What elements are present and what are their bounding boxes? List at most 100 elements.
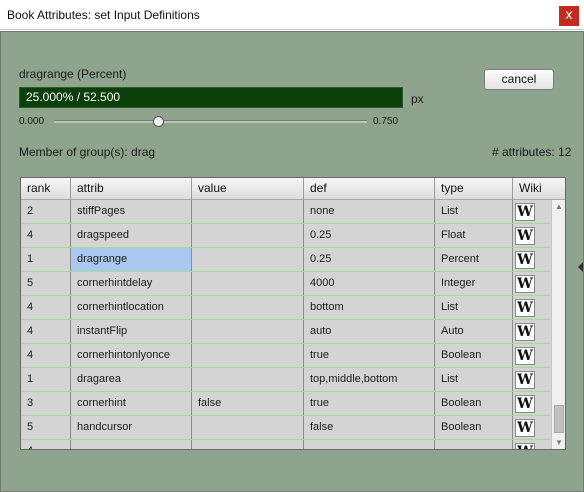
table-row[interactable]: 4 dragspeed 0.25 Float W [21, 224, 551, 248]
wikipedia-icon[interactable]: W [515, 443, 535, 449]
cell-wiki: W [513, 272, 551, 295]
cell-value[interactable] [192, 344, 304, 367]
column-header-type[interactable]: type [435, 178, 513, 200]
value-slider-track[interactable] [54, 120, 367, 123]
cell-rank: 1 [21, 248, 71, 271]
scroll-down-arrow-icon[interactable]: ▼ [552, 436, 565, 449]
wikipedia-icon[interactable]: W [515, 251, 535, 269]
column-header-def[interactable]: def [304, 178, 435, 200]
cell-def: false [304, 416, 435, 439]
cell-rank: 4 [21, 440, 71, 449]
parameter-title: dragrange (Percent) [19, 67, 127, 81]
parameter-value-field[interactable]: 25.000% / 52.500 [19, 87, 403, 108]
table-row[interactable]: 2 stiffPages none List W [21, 200, 551, 224]
close-button[interactable]: x [559, 6, 579, 26]
wikipedia-icon[interactable]: W [515, 275, 535, 293]
column-header-value[interactable]: value [192, 178, 304, 200]
wikipedia-icon[interactable]: W [515, 203, 535, 221]
cell-type: List [435, 296, 513, 319]
cell-rank: 2 [21, 200, 71, 223]
cell-value[interactable] [192, 200, 304, 223]
cell-value[interactable] [192, 368, 304, 391]
vertical-scrollbar[interactable]: ▲ ▼ [551, 200, 565, 449]
table-row[interactable]: 5 cornerhintdelay 4000 Integer W [21, 272, 551, 296]
group-membership-label: Member of group(s): drag [19, 145, 156, 159]
cell-attrib: cornerhintonlyonce [71, 344, 192, 367]
cell-def: 0.25 [304, 248, 435, 271]
column-header-rank[interactable]: rank [21, 178, 71, 200]
cell-attrib: dragarea [71, 368, 192, 391]
table-row[interactable]: 4 cornerhintlocation bottom List W [21, 296, 551, 320]
cell-value[interactable] [192, 224, 304, 247]
cell-rank: 4 [21, 224, 71, 247]
cell-type: List [435, 368, 513, 391]
wikipedia-icon[interactable]: W [515, 395, 535, 413]
wikipedia-icon[interactable]: W [515, 347, 535, 365]
cell-attrib: cornerhintlocation [71, 296, 192, 319]
wikipedia-icon[interactable]: W [515, 371, 535, 389]
cell-def: auto [304, 320, 435, 343]
value-slider-thumb[interactable] [153, 116, 164, 127]
cell-value[interactable] [192, 320, 304, 343]
cell-attrib: dragspeed [71, 224, 192, 247]
attribute-count-label: # attributes: 12 [492, 145, 572, 159]
cell-wiki: W [513, 224, 551, 247]
table-row[interactable]: 4W [21, 440, 551, 449]
cancel-button[interactable]: cancel [484, 69, 554, 90]
cell-def: 0.25 [304, 224, 435, 247]
cell-attrib: cornerhint [71, 392, 192, 415]
cell-wiki: W [513, 296, 551, 319]
cell-value[interactable] [192, 296, 304, 319]
unit-label: px [411, 92, 424, 106]
cell-value[interactable] [192, 248, 304, 271]
wikipedia-icon[interactable]: W [515, 323, 535, 341]
cell-rank: 1 [21, 368, 71, 391]
cell-rank: 3 [21, 392, 71, 415]
cell-attrib: stiffPages [71, 200, 192, 223]
cell-attrib: instantFlip [71, 320, 192, 343]
attributes-table: rank attrib value def type Wiki 2 stiffPa… [20, 177, 566, 450]
cell-def [304, 440, 435, 449]
slider-min-label: 0.000 [19, 116, 45, 127]
panel-collapse-arrow-icon[interactable] [578, 262, 583, 272]
table-row[interactable]: 1 dragrange 0.25 Percent W [21, 248, 551, 272]
table-header: rank attrib value def type Wiki [21, 178, 565, 200]
scroll-up-arrow-icon[interactable]: ▲ [552, 200, 565, 214]
cell-type: List [435, 200, 513, 223]
cell-attrib: cornerhintdelay [71, 272, 192, 295]
dialog-body: dragrange (Percent) 25.000% / 52.500 px … [0, 31, 584, 492]
cell-type: Integer [435, 272, 513, 295]
cell-value[interactable] [192, 440, 304, 449]
table-row[interactable]: 4 instantFlip auto Auto W [21, 320, 551, 344]
table-row[interactable]: 5 handcursor false Boolean W [21, 416, 551, 440]
cell-type: Boolean [435, 392, 513, 415]
cell-def: true [304, 392, 435, 415]
cell-wiki: W [513, 200, 551, 223]
table-row[interactable]: 4 cornerhintonlyonce true Boolean W [21, 344, 551, 368]
column-header-wiki[interactable]: Wiki [513, 178, 565, 200]
cell-wiki: W [513, 248, 551, 271]
cell-wiki: W [513, 392, 551, 415]
cell-wiki: W [513, 344, 551, 367]
cell-value[interactable]: false [192, 392, 304, 415]
scrollbar-thumb[interactable] [554, 405, 564, 433]
cell-type [435, 440, 513, 449]
wikipedia-icon[interactable]: W [515, 227, 535, 245]
cell-value[interactable] [192, 272, 304, 295]
cell-wiki: W [513, 368, 551, 391]
cell-rank: 4 [21, 320, 71, 343]
table-body: 2 stiffPages none List W 4 dragspeed 0.25 Float W… [21, 200, 551, 449]
cell-type: Float [435, 224, 513, 247]
table-row[interactable]: 1 dragarea top,middle,bottom List W [21, 368, 551, 392]
cell-def: true [304, 344, 435, 367]
table-row[interactable]: 3 cornerhint false true Boolean W [21, 392, 551, 416]
cell-type: Boolean [435, 416, 513, 439]
cell-def: top,middle,bottom [304, 368, 435, 391]
cell-rank: 4 [21, 344, 71, 367]
cell-attrib: handcursor [71, 416, 192, 439]
wikipedia-icon[interactable]: W [515, 419, 535, 437]
cell-def: none [304, 200, 435, 223]
column-header-attrib[interactable]: attrib [71, 178, 192, 200]
cell-value[interactable] [192, 416, 304, 439]
wikipedia-icon[interactable]: W [515, 299, 535, 317]
